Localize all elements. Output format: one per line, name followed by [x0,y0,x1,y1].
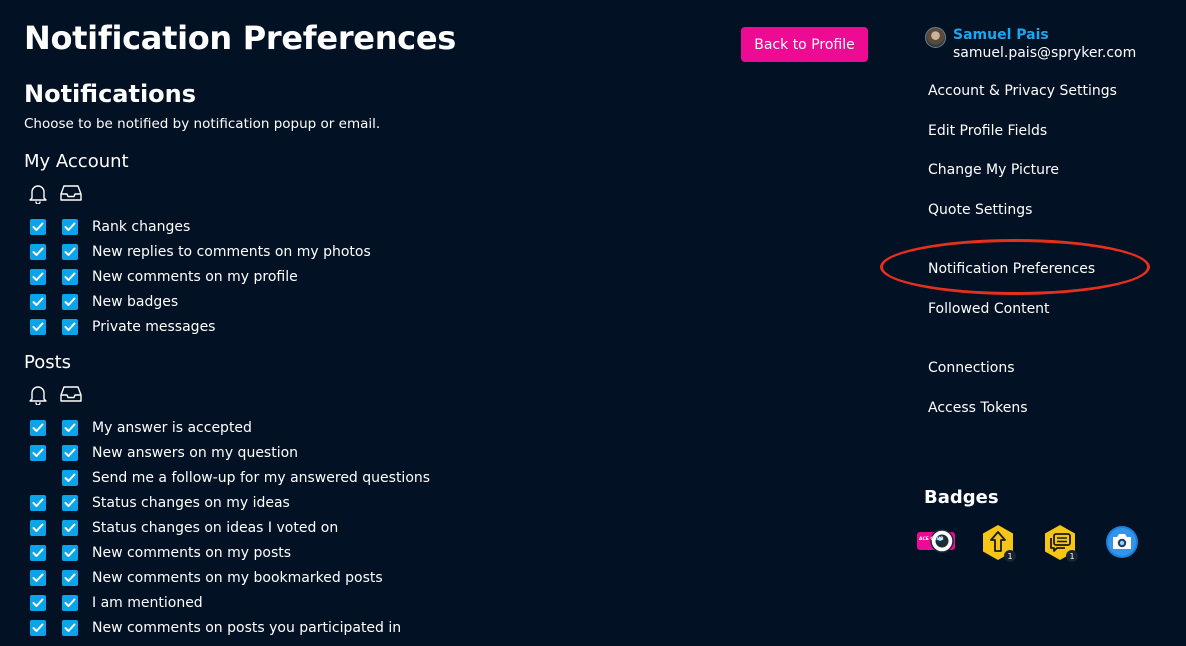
bell-icon [29,385,47,405]
notification-label: New comments on posts you participated i… [92,619,402,636]
inbox-icon [60,386,82,402]
email-checkbox[interactable] [62,569,78,586]
nav-quote-settings[interactable]: Quote Settings [928,202,1032,218]
email-checkbox[interactable] [62,494,78,511]
email-checkbox[interactable] [62,469,78,486]
popup-checkbox[interactable] [30,318,46,335]
popup-checkbox[interactable] [30,268,46,285]
email-checkbox[interactable] [62,619,78,636]
notification-label: Private messages [92,318,216,335]
badge-ace-club[interactable]: ACE CLUB [916,523,956,563]
email-checkbox[interactable] [62,218,78,235]
notification-label: I am mentioned [92,594,203,611]
user-email: samuel.pais@spryker.com [953,45,1137,61]
notification-label: New answers on my question [92,444,299,461]
popup-checkbox[interactable] [30,519,46,536]
popup-checkbox[interactable] [30,569,46,586]
notifications-heading: Notifications [24,80,197,108]
astronaut-badge-icon: ACE CLUB [917,529,955,553]
svg-text:1: 1 [1007,552,1012,561]
email-checkbox[interactable] [62,243,78,260]
notification-row: New answers on my question [24,440,430,465]
popup-checkbox[interactable] [30,544,46,561]
popup-checkbox[interactable] [30,444,46,461]
popup-checkbox[interactable] [30,619,46,636]
email-checkbox[interactable] [62,318,78,335]
popup-checkbox[interactable] [30,243,46,260]
channel-icons [28,383,430,405]
my-account-title: My Account [24,151,129,172]
page-title: Notification Preferences [24,19,457,57]
badges-title: Badges [924,487,999,508]
notification-row: New comments on my posts [24,540,430,565]
back-to-profile-button[interactable]: Back to Profile [741,27,868,62]
notification-label: New replies to comments on my photos [92,243,371,260]
my-account-list: Rank changes New replies to comments on m… [24,214,371,339]
notification-label: New comments on my bookmarked posts [92,569,383,586]
nav-edit-profile-fields[interactable]: Edit Profile Fields [928,123,1047,139]
my-account-group: My Account Rank changes New replies to co… [24,151,371,339]
nav-connections[interactable]: Connections [928,360,1015,376]
popup-checkbox-placeholder [30,470,46,486]
badge-camera[interactable] [1104,523,1140,563]
badge-chat[interactable]: 1 [1042,523,1080,567]
popup-checkbox[interactable] [30,293,46,310]
notification-row: I am mentioned [24,590,430,615]
notification-row: My answer is accepted [24,415,430,440]
notification-row: Rank changes [24,214,371,239]
notification-label: My answer is accepted [92,419,252,436]
notification-row: Status changes on ideas I voted on [24,515,430,540]
nav-notification-preferences[interactable]: Notification Preferences [928,261,1095,277]
nav-followed-content[interactable]: Followed Content [928,301,1050,317]
avatar[interactable] [925,27,946,48]
notification-row: New comments on posts you participated i… [24,615,430,640]
email-checkbox[interactable] [62,519,78,536]
up-arrow-hexagon-badge-icon: 1 [983,525,1016,562]
nav-change-my-picture[interactable]: Change My Picture [928,162,1059,178]
notification-row: New comments on my profile [24,264,371,289]
email-checkbox[interactable] [62,268,78,285]
nav-account-privacy-settings[interactable]: Account & Privacy Settings [928,83,1117,99]
bell-icon [29,184,47,204]
notification-label: New comments on my posts [92,544,292,561]
notification-row: Private messages [24,314,371,339]
notification-row: Send me a follow-up for my answered ques… [24,465,430,490]
user-name[interactable]: Samuel Pais [953,27,1049,43]
notification-row: Status changes on my ideas [24,490,430,515]
notifications-description: Choose to be notified by notification po… [24,116,381,132]
notification-label: Send me a follow-up for my answered ques… [92,469,431,486]
svg-text:1: 1 [1069,552,1074,561]
popup-checkbox[interactable] [30,594,46,611]
svg-text:ACE CLUB: ACE CLUB [919,536,944,542]
posts-list: My answer is accepted New answers on my q… [24,415,430,640]
chat-bubbles-hexagon-badge-icon: 1 [1045,525,1078,562]
email-checkbox[interactable] [62,444,78,461]
email-checkbox[interactable] [62,419,78,436]
inbox-icon [60,185,82,201]
posts-group: Posts My answer is accepted New answers o… [24,352,430,640]
notification-label: Status changes on my ideas [92,494,290,511]
popup-checkbox[interactable] [30,494,46,511]
notification-label: Rank changes [92,218,191,235]
channel-icons [28,182,371,204]
notification-label: New comments on my profile [92,268,298,285]
email-checkbox[interactable] [62,594,78,611]
popup-checkbox[interactable] [30,218,46,235]
nav-access-tokens[interactable]: Access Tokens [928,400,1028,416]
notification-row: New comments on my bookmarked posts [24,565,430,590]
notification-label: Status changes on ideas I voted on [92,519,339,536]
popup-checkbox[interactable] [30,419,46,436]
posts-title: Posts [24,352,72,373]
badge-upvote[interactable]: 1 [980,523,1018,567]
notification-row: New replies to comments on my photos [24,239,371,264]
email-checkbox[interactable] [62,293,78,310]
camera-badge-icon [1106,526,1138,558]
notification-label: New badges [92,293,179,310]
email-checkbox[interactable] [62,544,78,561]
notification-row: New badges [24,289,371,314]
